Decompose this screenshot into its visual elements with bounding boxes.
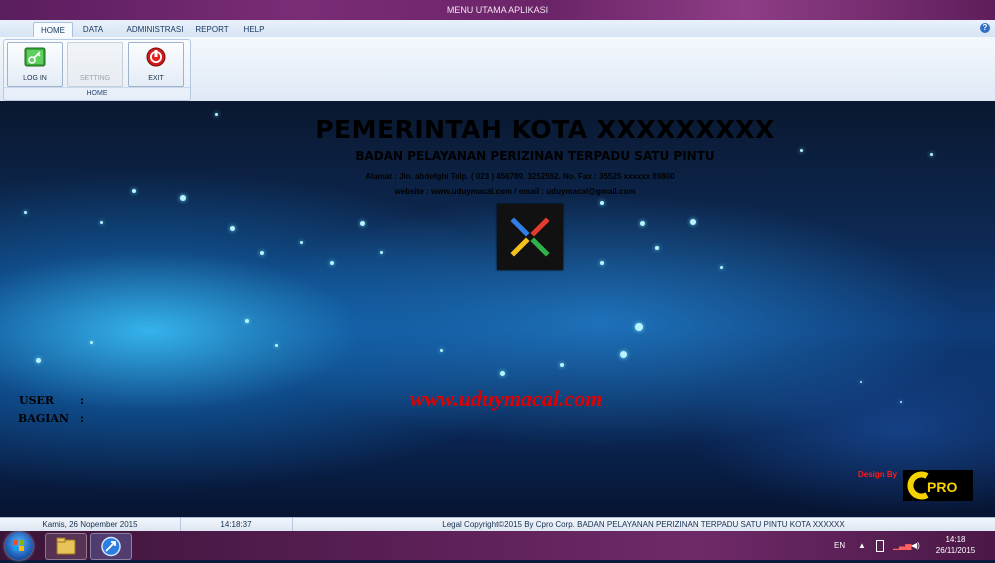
page-title: PEMERINTAH KOTA XXXXXXXXX — [315, 115, 775, 144]
network-icon[interactable]: ▁▃▅ — [893, 531, 911, 560]
app-taskbar-icon — [101, 536, 121, 557]
clock[interactable]: 14:18 26/11/2015 — [928, 534, 983, 563]
exit-button[interactable]: EXIT — [128, 42, 184, 87]
ribbon-panel: LOG IN SETTING EXIT HOME — [0, 37, 995, 102]
website-line: website : www.uduymacal.com / email : ud… — [394, 187, 636, 196]
status-time: 14:18:37 — [180, 518, 293, 532]
sparkle — [330, 261, 334, 265]
exit-button-label: EXIT — [148, 75, 164, 82]
clock-time: 14:18 — [945, 535, 966, 544]
sparkle — [560, 363, 564, 367]
app-logo-icon — [497, 204, 563, 270]
help-icon[interactable]: ? — [980, 23, 990, 33]
cpro-logo: PRO — [903, 470, 973, 501]
window-title-bar: MENU UTAMA APLIKASI — [0, 0, 995, 20]
sparkle — [600, 201, 604, 205]
tab-data[interactable]: DATA — [76, 22, 110, 37]
status-date: Kamis, 26 Nopember 2015 — [0, 518, 181, 532]
sparkle — [275, 344, 278, 347]
language-indicator[interactable]: EN — [834, 531, 845, 560]
design-by-label: Design By — [858, 470, 898, 479]
sparkle — [640, 221, 645, 226]
sparkle — [600, 261, 604, 265]
clock-date: 26/11/2015 — [935, 546, 976, 555]
sparkle — [690, 219, 696, 225]
login-button-label: LOG IN — [23, 75, 47, 82]
website-watermark: www.uduymacal.com — [410, 386, 603, 411]
taskbar-app[interactable] — [90, 533, 132, 560]
taskbar-explorer[interactable] — [45, 533, 87, 560]
main-background: PEMERINTAH KOTA XXXXXXXXX BADAN PELAYANA… — [0, 101, 995, 517]
sparkle — [36, 358, 41, 363]
sparkle — [655, 246, 659, 250]
volume-icon[interactable]: ◀) — [911, 531, 920, 560]
battery-icon[interactable] — [876, 540, 884, 552]
sparkle — [860, 381, 862, 383]
sparkle — [90, 341, 93, 344]
ribbon-group-home: LOG IN SETTING EXIT HOME — [3, 39, 191, 101]
tab-administrasi[interactable]: ADMINISTRASI — [124, 22, 186, 37]
sparkle — [500, 371, 505, 376]
bagian-label: BAGIAN — [18, 412, 69, 425]
page-subtitle: BADAN PELAYANAN PERIZINAN TERPADU SATU P… — [355, 149, 715, 163]
taskbar: EN ▲ ▁▃▅ ◀) 14:18 26/11/2015 — [0, 531, 995, 560]
tray-expand-icon[interactable]: ▲ — [858, 531, 866, 560]
window-title: MENU UTAMA APLIKASI — [446, 5, 549, 15]
address-line: Alamat : Jln. abdefghi Telp. ( 023 ) 456… — [365, 172, 675, 181]
sparkle — [245, 319, 249, 323]
folder-icon — [56, 537, 76, 555]
sparkle — [300, 241, 303, 244]
sparkle — [635, 323, 643, 331]
sparkle — [260, 251, 264, 255]
tab-help[interactable]: HELP — [240, 22, 268, 37]
sparkle — [620, 351, 627, 358]
sparkle — [24, 211, 27, 214]
tab-home[interactable]: HOME — [33, 22, 73, 38]
sparkle — [230, 226, 235, 231]
sparkle — [900, 401, 902, 403]
tab-report[interactable]: REPORT — [193, 22, 231, 37]
sparkle — [380, 251, 383, 254]
sparkle — [100, 221, 103, 224]
status-copyright: Legal Copyright©2015 By Cpro Corp. BADAN… — [442, 520, 845, 529]
login-icon — [24, 47, 46, 67]
sparkle — [360, 221, 365, 226]
svg-text:PRO: PRO — [927, 479, 957, 495]
exit-icon — [146, 47, 166, 67]
ribbon-tab-bar: HOME DATA ADMINISTRASI REPORT HELP ? — [0, 20, 995, 38]
sparkle — [720, 266, 723, 269]
setting-button[interactable]: SETTING — [67, 42, 123, 87]
sparkle — [440, 349, 443, 352]
status-bar: Kamis, 26 Nopember 2015 14:18:37 Legal C… — [0, 517, 995, 532]
start-button[interactable] — [5, 532, 33, 560]
user-separator: : — [80, 394, 85, 407]
windows-logo-icon — [13, 540, 24, 551]
user-label: USER — [19, 394, 55, 407]
setting-button-label: SETTING — [79, 75, 111, 82]
bagian-separator: : — [80, 412, 85, 425]
login-button[interactable]: LOG IN — [7, 42, 63, 87]
ribbon-group-label: HOME — [4, 87, 190, 99]
